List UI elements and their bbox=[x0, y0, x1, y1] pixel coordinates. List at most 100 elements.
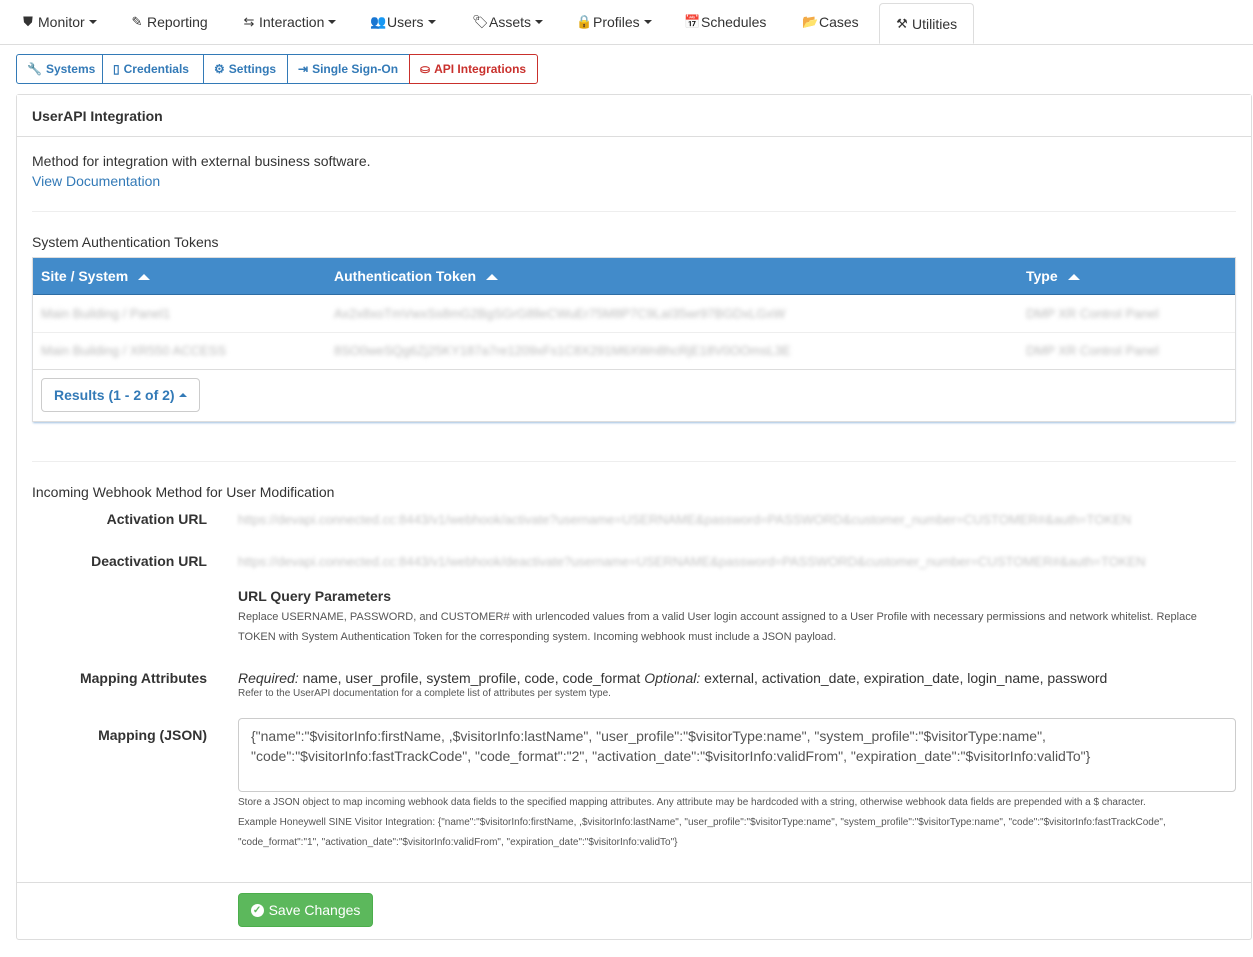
table-header: Site / System Authentication Token Type bbox=[33, 258, 1235, 295]
mapping-attributes-label: Mapping Attributes bbox=[79, 670, 207, 686]
wrench-icon: ⚒ bbox=[896, 15, 908, 31]
panel-heading: UserAPI Integration bbox=[17, 95, 1251, 137]
nav-reporting[interactable]: ✎ Reporting bbox=[130, 0, 208, 44]
exchange-icon: ⇆ bbox=[243, 14, 255, 29]
nav-profiles-label: Profiles bbox=[593, 14, 640, 30]
table-row[interactable]: Main Building / XR550 ACCESS 8SO0weSQg6Z… bbox=[33, 332, 1235, 370]
activation-url-label: Activation URL bbox=[106, 511, 207, 527]
mapping-json-textarea[interactable]: {"name":"$visitorInfo:firstName, ,$visit… bbox=[238, 718, 1236, 792]
json-help-text: Store a JSON object to map incoming webh… bbox=[238, 797, 1146, 808]
required-attrs: name, user_profile, system_profile, code… bbox=[302, 670, 641, 686]
nav-utilities[interactable]: ⚒ Utilities bbox=[879, 3, 974, 44]
required-label: Required: bbox=[238, 670, 299, 686]
tab-api-integrations[interactable]: ⛀ API Integrations bbox=[409, 54, 538, 84]
tab-single-sign-on[interactable]: ⇥ Single Sign-On bbox=[287, 54, 410, 84]
nav-assets[interactable]: 🏷 Assets bbox=[472, 0, 544, 44]
deactivation-url-label: Deactivation URL bbox=[91, 553, 207, 569]
nav-schedules-label: Schedules bbox=[701, 14, 767, 30]
table-row[interactable]: Main Building / Panel1 Ax2x8xoTmVwxSs8mG… bbox=[33, 295, 1235, 333]
nav-interaction[interactable]: ⇆ Interaction bbox=[242, 0, 337, 44]
tab-settings-label: Settings bbox=[228, 62, 277, 76]
check-circle-icon: ✓ bbox=[250, 903, 264, 917]
tab-systems-label: Systems bbox=[45, 62, 96, 76]
sort-icon bbox=[138, 270, 152, 282]
tab-credentials-label: Credentials bbox=[123, 62, 189, 76]
nav-users-label: Users bbox=[387, 14, 424, 30]
caret-down-icon bbox=[535, 20, 544, 24]
caret-up-icon bbox=[178, 393, 187, 397]
mobile-icon: ▯ bbox=[113, 62, 120, 76]
sign-in-icon: ⇥ bbox=[298, 62, 309, 76]
row-token: Ax2x8xoTmVwxSs8mG2BgSGrG8lleCWuEr75M8P7C… bbox=[334, 306, 786, 321]
caret-down-icon bbox=[643, 20, 652, 24]
results-label: Results (1 - 2 of 2) bbox=[54, 387, 175, 403]
nav-interaction-label: Interaction bbox=[259, 14, 325, 30]
deactivation-url-value: https://devapi.connected.cc:8443/v1/webh… bbox=[238, 554, 1146, 569]
tab-credentials[interactable]: ▯ Credentials bbox=[102, 54, 204, 84]
nav-monitor-label: Monitor bbox=[38, 14, 85, 30]
column-auth-token[interactable]: Authentication Token bbox=[334, 268, 500, 284]
results-dropdown[interactable]: Results (1 - 2 of 2) bbox=[41, 378, 200, 412]
divider bbox=[32, 461, 1236, 462]
caret-down-icon bbox=[328, 20, 337, 24]
tags-icon: 🏷 bbox=[472, 14, 489, 29]
row-type: DMP XR Control Panel bbox=[1026, 306, 1159, 321]
nav-cases[interactable]: 📂 Cases bbox=[802, 0, 859, 44]
nav-monitor[interactable]: ⛊ Monitor bbox=[21, 0, 97, 44]
caret-down-icon bbox=[88, 20, 97, 24]
caret-down-icon bbox=[427, 20, 436, 24]
shield-icon: ⛊ bbox=[23, 14, 33, 29]
mapping-note: Refer to the UserAPI documentation for a… bbox=[238, 688, 611, 699]
sort-icon bbox=[486, 270, 500, 282]
panel-footer-divider bbox=[16, 882, 1252, 883]
column-type[interactable]: Type bbox=[1026, 268, 1082, 284]
gear-icon: ⚙ bbox=[214, 62, 225, 76]
column-token-label: Authentication Token bbox=[334, 268, 477, 284]
paperclip-icon: ✎ bbox=[131, 14, 143, 29]
utilities-subtabs: 🔧 Systems ▯ Credentials ⚙ Settings ⇥ Sin… bbox=[16, 54, 538, 84]
sort-icon bbox=[1067, 270, 1082, 282]
column-site-label: Site / System bbox=[41, 268, 129, 284]
tokens-heading: System Authentication Tokens bbox=[32, 234, 219, 250]
panel-title: UserAPI Integration bbox=[32, 108, 163, 124]
mapping-json-label: Mapping (JSON) bbox=[98, 727, 207, 743]
lock-icon: 🔒 bbox=[576, 14, 593, 29]
row-site: Main Building / XR550 ACCESS bbox=[41, 343, 226, 358]
optional-attrs: external, activation_date, expiration_da… bbox=[704, 670, 1108, 686]
calendar-icon: 📅 bbox=[684, 14, 701, 29]
nav-reporting-label: Reporting bbox=[147, 14, 208, 30]
nav-profiles[interactable]: 🔒 Profiles bbox=[576, 0, 652, 44]
save-changes-button[interactable]: ✓ Save Changes bbox=[238, 893, 373, 927]
divider bbox=[32, 211, 1236, 212]
plug-icon: ⛀ bbox=[420, 62, 431, 76]
top-navigation: ⛊ Monitor ✎ Reporting ⇆ Interaction 👥 Us… bbox=[0, 0, 1253, 45]
url-params-text: Replace USERNAME, PASSWORD, and CUSTOMER… bbox=[238, 611, 1197, 643]
nav-schedules[interactable]: 📅 Schedules bbox=[684, 0, 766, 44]
nav-users[interactable]: 👥 Users bbox=[370, 0, 436, 44]
view-documentation-link[interactable]: View Documentation bbox=[32, 173, 160, 189]
tab-systems[interactable]: 🔧 Systems bbox=[16, 54, 103, 84]
mapping-attributes-value: Required: name, user_profile, system_pro… bbox=[238, 670, 1107, 686]
webhook-heading: Incoming Webhook Method for User Modific… bbox=[32, 484, 335, 500]
activation-url-value: https://devapi.connected.cc:8443/v1/webh… bbox=[238, 512, 1132, 527]
tab-settings[interactable]: ⚙ Settings bbox=[203, 54, 288, 84]
tab-api-label: API Integrations bbox=[434, 62, 527, 76]
tab-sso-label: Single Sign-On bbox=[312, 62, 399, 76]
json-example-text: Example Honeywell SINE Visitor Integrati… bbox=[238, 817, 1166, 848]
folder-open-icon: 📂 bbox=[802, 14, 819, 29]
column-type-label: Type bbox=[1026, 268, 1058, 284]
tokens-table: Site / System Authentication Token Type … bbox=[32, 257, 1236, 422]
url-params-title: URL Query Parameters bbox=[238, 588, 392, 604]
panel-description: Method for integration with external bus… bbox=[32, 153, 371, 169]
wrench-icon: 🔧 bbox=[27, 62, 42, 76]
users-icon: 👥 bbox=[370, 14, 387, 29]
column-site-system[interactable]: Site / System bbox=[41, 268, 152, 284]
row-site: Main Building / Panel1 bbox=[41, 306, 171, 321]
row-type: DMP XR Control Panel bbox=[1026, 343, 1159, 358]
row-token: 8SO0weSQg6Zj25KY187a7re1209xFs1C8X291M6X… bbox=[334, 343, 791, 358]
nav-assets-label: Assets bbox=[489, 14, 532, 30]
nav-cases-label: Cases bbox=[819, 14, 859, 30]
optional-label: Optional: bbox=[644, 670, 701, 686]
save-changes-label: Save Changes bbox=[268, 902, 361, 918]
nav-utilities-label: Utilities bbox=[912, 15, 958, 32]
